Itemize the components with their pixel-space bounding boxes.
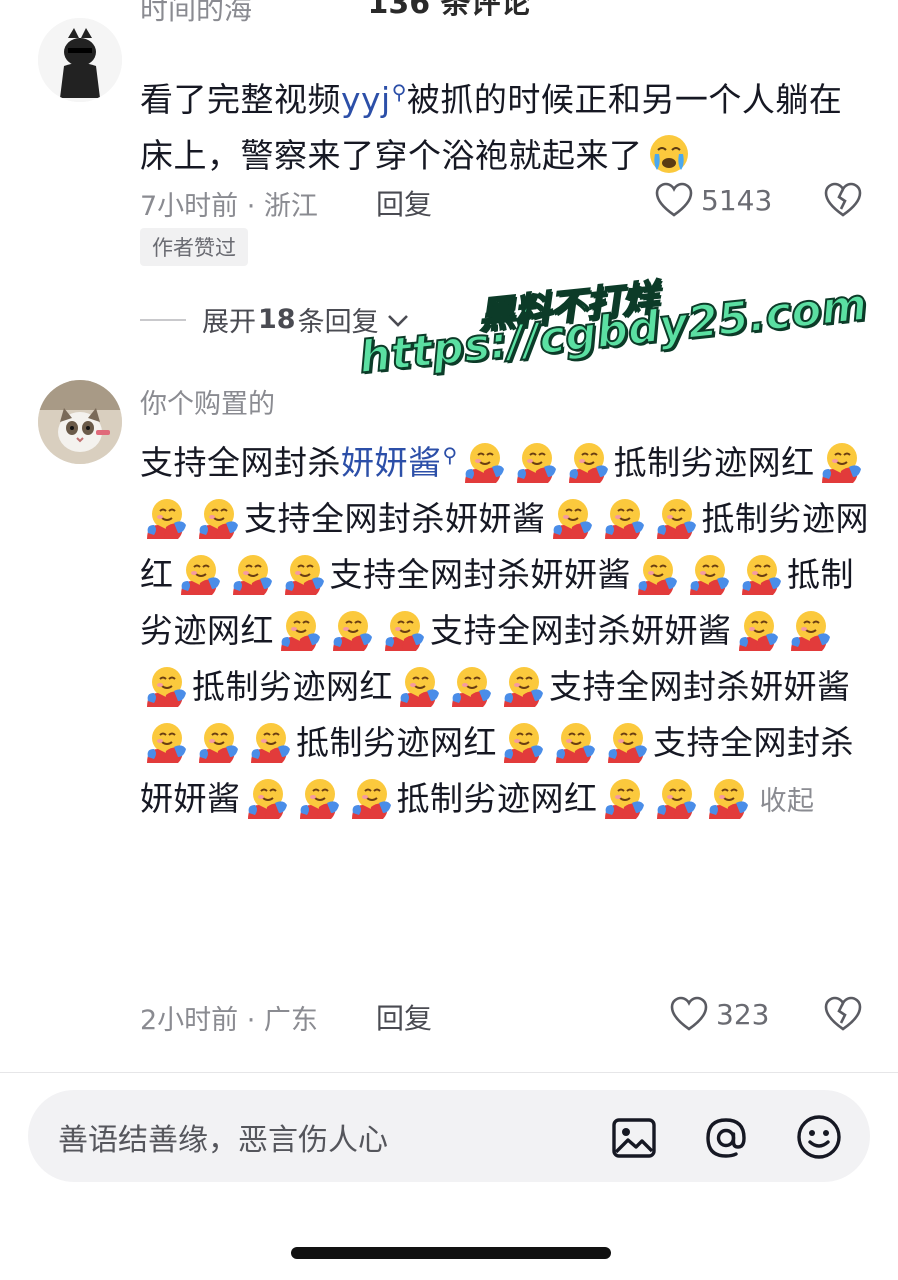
hugging-face-emoji [178,551,222,595]
hugging-face-emoji [706,775,750,819]
comment-phrase: 抵制劣迹网红 [613,443,815,482]
hugging-face-emoji [462,439,506,483]
hugging-face-emoji [501,719,545,763]
home-indicator [291,1247,611,1259]
comment-phrase: 支持全网封杀妍妍酱 [244,499,546,538]
at-icon[interactable] [702,1114,750,1162]
comment-text: 看了完整视频yyj⚲被抓的时候正和另一个人躺在床上，警察来了穿个浴袍就起来了 [140,80,843,176]
comment-phrase: 抵制劣迹网红 [296,723,497,762]
hugging-face-emoji [654,775,698,819]
comment-text: 支持全网封杀妍妍酱⚲ 抵制劣迹网红 支持全网封杀妍妍酱 抵制劣迹网红 支持全网封杀妍妍酱… [140,427,870,830]
search-link[interactable]: yyj⚲ [341,80,407,119]
hugging-face-emoji [196,495,240,539]
hugging-face-emoji [349,775,393,819]
hugging-face-emoji [297,775,341,819]
comment-phrase: 抵制劣迹网红 [396,779,598,818]
image-icon[interactable] [610,1114,658,1162]
hugging-face-emoji [282,551,326,595]
hugging-face-emoji [501,663,545,707]
hugging-face-emoji [566,439,610,483]
comment-time-location: 2小时前 · 广东 [140,1005,318,1036]
avatar[interactable] [38,380,122,464]
avatar-cat-photo-icon [38,380,122,464]
hugging-face-emoji [382,607,426,651]
hugging-face-emoji [736,607,780,651]
emoji-icon[interactable] [795,1113,843,1161]
username[interactable]: 你个购置的 [140,382,275,421]
reply-button[interactable]: 回复 [376,183,432,223]
comment-count-title: 136 条评论 [367,0,531,21]
crying-face-emoji [647,132,691,176]
hugging-face-emoji [230,551,274,595]
hugging-face-emoji [819,439,863,483]
collapse-button[interactable]: 收起 [760,786,815,817]
search-icon: ⚲ [442,443,458,467]
comment-input[interactable]: 善语结善缘，恶言伤人心 [58,1115,388,1159]
heart-icon [655,182,693,217]
hugging-face-emoji [550,495,594,539]
reply-button[interactable]: 回复 [376,997,432,1037]
avatar[interactable] [38,18,122,102]
hugging-face-emoji [278,607,322,651]
search-icon: ⚲ [391,80,407,104]
search-link[interactable]: 妍妍酱⚲ [341,443,458,482]
divider-line [140,318,186,321]
hugging-face-emoji [553,719,597,763]
hugging-face-emoji [144,495,188,539]
expand-label: 展开 [202,307,256,338]
like-button[interactable]: 5143 [655,182,772,218]
hugging-face-emoji [245,775,289,819]
username[interactable]: 时间的海 [140,0,252,30]
hugging-face-emoji [449,663,493,707]
hugging-face-emoji [144,719,188,763]
like-count: 323 [716,997,770,1031]
author-liked-badge: 作者赞过 [140,228,248,266]
comment-phrase: 支持全网封杀 [140,443,341,482]
broken-heart-icon [824,996,862,1031]
hugging-face-emoji [602,495,646,539]
expand-count: 18 [258,304,296,335]
hugging-face-emoji [144,663,188,707]
hugging-face-emoji [248,719,292,763]
hugging-face-emoji [739,551,783,595]
comment-phrase: 支持全网封杀妍妍酱 [549,667,851,706]
hugging-face-emoji [788,607,832,651]
comment-time-location: 7小时前 · 浙江 [140,191,318,222]
like-count: 5143 [701,183,773,217]
hugging-face-emoji [196,719,240,763]
hugging-face-emoji [605,719,649,763]
hugging-face-emoji [330,607,374,651]
hugging-face-emoji [602,775,646,819]
hugging-face-emoji [654,495,698,539]
avatar-cat-figure-icon [38,18,122,102]
comment-phrase: 支持全网封杀妍妍酱 [329,555,631,594]
dislike-button[interactable] [824,996,862,1036]
comment-phrase: 抵制劣迹网红 [192,667,393,706]
heart-icon [670,996,708,1031]
hugging-face-emoji [635,551,679,595]
broken-heart-icon [824,182,862,217]
hugging-face-emoji [514,439,558,483]
like-button[interactable]: 323 [670,996,769,1032]
dislike-button[interactable] [824,182,862,222]
divider [0,1072,898,1073]
hugging-face-emoji [687,551,731,595]
hugging-face-emoji [397,663,441,707]
comment-phrase: 支持全网封杀妍妍酱 [430,611,732,650]
